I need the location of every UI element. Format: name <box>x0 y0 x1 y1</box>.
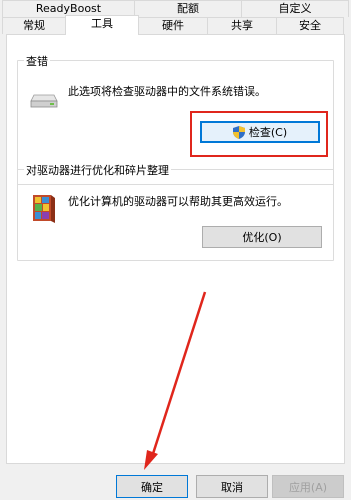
tab-tools[interactable]: 工具 <box>65 15 139 35</box>
ok-button[interactable]: 确定 <box>116 475 188 498</box>
ok-button-label: 确定 <box>141 480 163 494</box>
apply-button[interactable]: 应用(A) <box>272 475 344 498</box>
annotation-arrow <box>144 291 207 470</box>
apply-button-label: 应用(A) <box>288 480 328 494</box>
cancel-button[interactable]: 取消 <box>196 475 268 498</box>
cancel-button-label: 取消 <box>221 480 243 494</box>
